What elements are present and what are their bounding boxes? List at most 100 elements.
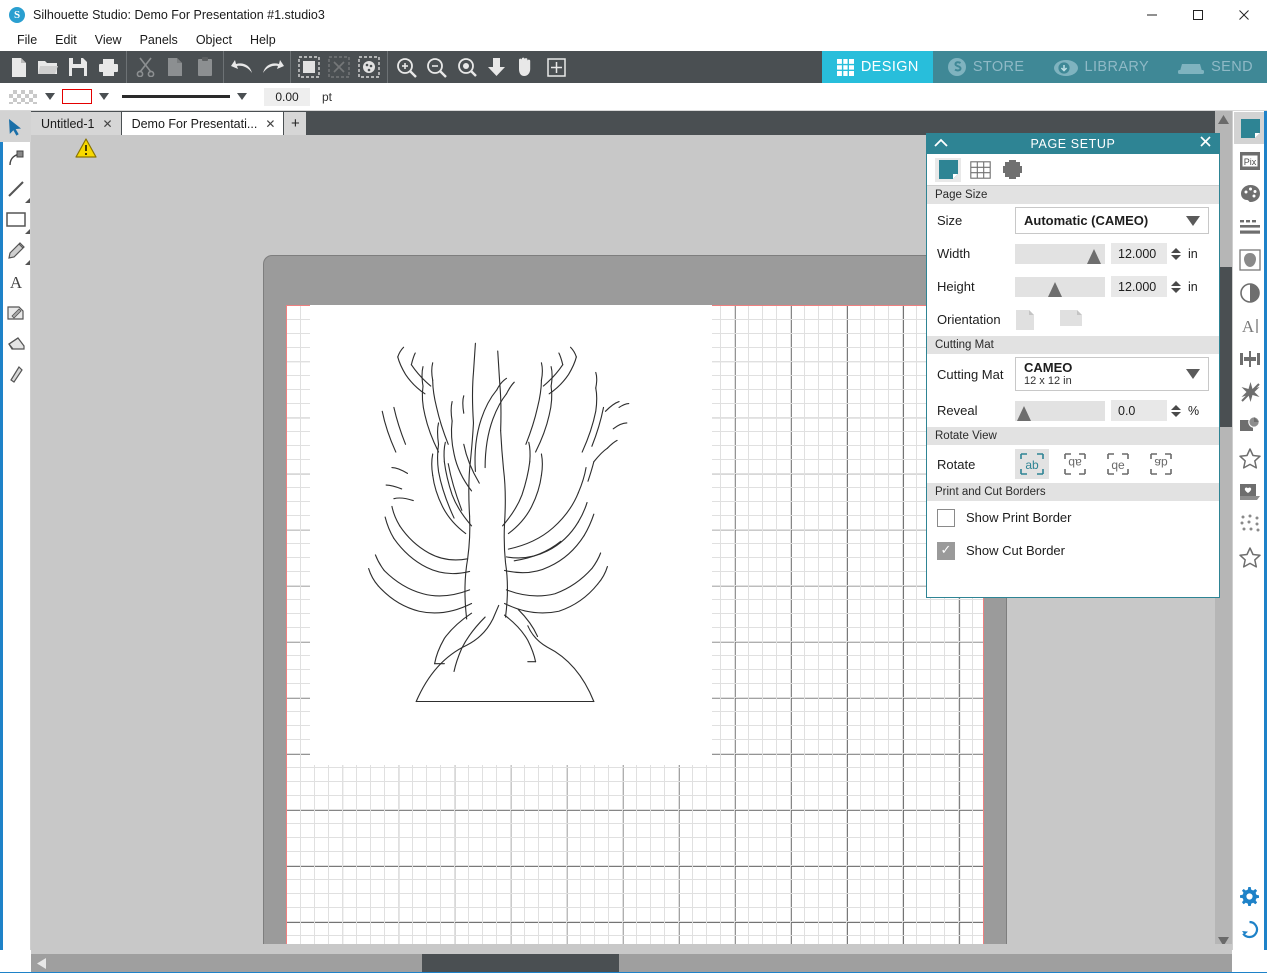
zoom-in-icon[interactable]: [391, 52, 421, 82]
rotate-270-button[interactable]: ab: [1144, 449, 1178, 479]
width-slider[interactable]: [1015, 243, 1105, 264]
pan-hand-icon[interactable]: [511, 52, 541, 82]
grid-tab[interactable]: [967, 158, 993, 182]
height-slider[interactable]: [1015, 276, 1105, 297]
trace-panel-button[interactable]: [1234, 244, 1266, 276]
landscape-page-icon[interactable]: [1059, 309, 1085, 331]
reveal-stepper[interactable]: [1171, 404, 1183, 417]
undo-arrow-icon[interactable]: [227, 52, 257, 82]
page-setup-panel[interactable]: PAGE SETUP Page Size Size Automatic (CAM…: [926, 133, 1220, 598]
tab-send[interactable]: SEND: [1163, 51, 1267, 83]
line-color-swatch[interactable]: [62, 89, 92, 104]
rotate-90-button[interactable]: ab: [1058, 449, 1092, 479]
menu-panels[interactable]: Panels: [131, 31, 187, 49]
edit-points-tool[interactable]: [0, 142, 31, 173]
scroll-up-arrow-icon[interactable]: [1215, 111, 1232, 128]
document-tab-demo[interactable]: Demo For Presentati... ✕: [121, 112, 284, 135]
mat-grid-area[interactable]: [286, 305, 984, 950]
modify-panel-button[interactable]: [1234, 376, 1266, 408]
line-style-dropdown-caret-icon[interactable]: [237, 93, 247, 100]
registration-tab[interactable]: [999, 158, 1025, 182]
select-arrow-tool[interactable]: [0, 111, 31, 142]
chevron-up-icon[interactable]: [934, 137, 948, 152]
my-designs-panel-button[interactable]: [1234, 475, 1266, 507]
cutting-mat-select[interactable]: CAMEO 12 x 12 in: [1015, 357, 1209, 391]
replicate-panel-button[interactable]: [1234, 409, 1266, 441]
select-by-color-icon[interactable]: [354, 52, 384, 82]
page-tab[interactable]: [935, 157, 961, 182]
tab-library[interactable]: LIBRARY: [1038, 51, 1164, 83]
horizontal-scroll-thumb[interactable]: [422, 954, 619, 972]
bare-tree-cut-design[interactable]: [324, 330, 654, 715]
show-print-border-checkbox[interactable]: [937, 508, 955, 527]
select-all-icon[interactable]: [294, 52, 324, 82]
close-icon[interactable]: ✕: [103, 117, 113, 131]
fit-to-window-icon[interactable]: [481, 52, 511, 82]
document-tab-untitled[interactable]: Untitled-1 ✕: [31, 112, 121, 135]
tab-design[interactable]: DESIGN: [821, 51, 933, 83]
fill-color-panel-button[interactable]: [1234, 178, 1266, 210]
menu-edit[interactable]: Edit: [46, 31, 86, 49]
width-input[interactable]: 12.000: [1111, 243, 1167, 264]
line-tool-submenu-arrow-icon[interactable]: [25, 198, 30, 203]
page-size-select[interactable]: Automatic (CAMEO): [1015, 207, 1209, 234]
cutting-mat[interactable]: [263, 255, 1007, 950]
offset-panel-button[interactable]: [1234, 277, 1266, 309]
fill-color-swatch[interactable]: [8, 88, 38, 105]
sync-button[interactable]: [1233, 913, 1265, 945]
fit-page-icon[interactable]: [541, 52, 571, 82]
print-icon[interactable]: [93, 52, 123, 82]
save-disk-icon[interactable]: [63, 52, 93, 82]
close-icon[interactable]: [1200, 135, 1211, 150]
menu-file[interactable]: File: [8, 31, 46, 49]
height-input[interactable]: 12.000: [1111, 276, 1167, 297]
line-tool[interactable]: [0, 173, 31, 204]
close-button[interactable]: [1221, 0, 1267, 29]
store-panel-button[interactable]: [1234, 541, 1266, 573]
rotate-0-button[interactable]: ab: [1015, 449, 1049, 479]
page-setup-panel-button[interactable]: [1234, 112, 1266, 144]
deselect-all-icon[interactable]: [324, 52, 354, 82]
copy-icon[interactable]: [160, 52, 190, 82]
knife-tool[interactable]: [0, 359, 31, 390]
show-print-border-row[interactable]: Show Print Border: [927, 501, 1219, 534]
zoom-out-icon[interactable]: [421, 52, 451, 82]
shape-tool-submenu-arrow-icon[interactable]: [25, 229, 30, 234]
height-stepper[interactable]: [1171, 280, 1183, 293]
canvas-horizontal-scrollbar[interactable]: [31, 954, 1232, 972]
open-folder-icon[interactable]: [33, 52, 63, 82]
text-tool[interactable]: A: [0, 266, 31, 297]
minimize-button[interactable]: [1129, 0, 1175, 29]
rotate-180-button[interactable]: qe: [1101, 449, 1135, 479]
pixscan-panel-button[interactable]: Pix: [1234, 145, 1266, 177]
close-icon[interactable]: ✕: [265, 117, 275, 131]
library-panel-button[interactable]: [1234, 442, 1266, 474]
redo-arrow-icon[interactable]: [257, 52, 287, 82]
maximize-button[interactable]: [1175, 0, 1221, 29]
portrait-page-icon[interactable]: [1015, 309, 1041, 331]
scroll-left-arrow-icon[interactable]: [31, 954, 51, 972]
new-tab-button[interactable]: +: [284, 112, 307, 135]
paste-clipboard-icon[interactable]: [190, 52, 220, 82]
text-style-panel-button[interactable]: A: [1234, 310, 1266, 342]
menu-help[interactable]: Help: [241, 31, 285, 49]
shape-tool[interactable]: [0, 204, 31, 235]
align-panel-button[interactable]: [1234, 343, 1266, 375]
rhinestone-panel-button[interactable]: [1234, 508, 1266, 540]
line-width-input[interactable]: 0.00: [264, 87, 310, 106]
fill-dropdown-caret-icon[interactable]: [45, 93, 55, 100]
line-style-preview[interactable]: [122, 95, 230, 98]
menu-object[interactable]: Object: [187, 31, 241, 49]
trace-tool[interactable]: [0, 297, 31, 328]
cut-scissors-icon[interactable]: [130, 52, 160, 82]
tab-store[interactable]: STORE: [932, 51, 1039, 83]
draw-tool-submenu-arrow-icon[interactable]: [25, 260, 30, 265]
eraser-tool[interactable]: [0, 328, 31, 359]
warning-triangle-icon[interactable]: [75, 138, 97, 163]
zoom-selection-icon[interactable]: [451, 52, 481, 82]
preferences-button[interactable]: [1233, 880, 1265, 912]
reveal-slider[interactable]: [1015, 400, 1105, 421]
menu-view[interactable]: View: [86, 31, 131, 49]
show-cut-border-row[interactable]: Show Cut Border: [927, 534, 1219, 567]
reveal-input[interactable]: 0.0: [1111, 400, 1167, 421]
